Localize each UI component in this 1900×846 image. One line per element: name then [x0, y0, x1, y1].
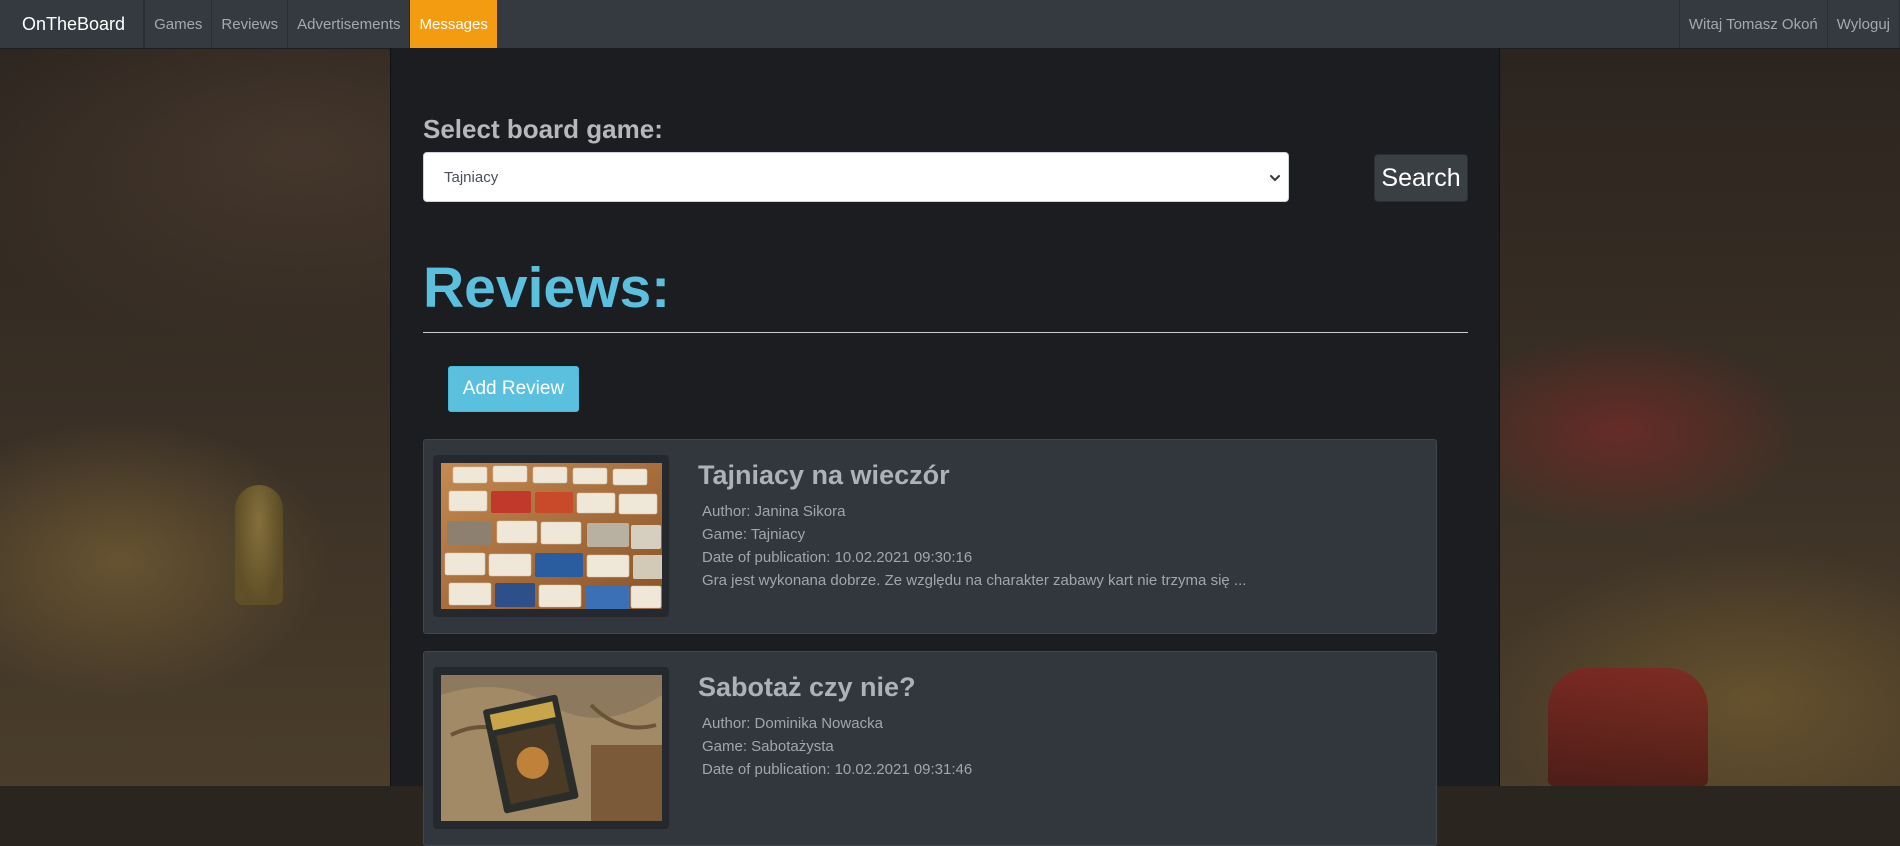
background-game-piece: [1548, 668, 1708, 786]
review-thumbnail-frame: [433, 667, 669, 829]
review-thumbnail-frame: [433, 455, 669, 617]
review-thumbnail-image[interactable]: [441, 675, 662, 821]
review-date: Date of publication: 10.02.2021 09:31:46: [702, 761, 973, 778]
nav-games[interactable]: Games: [144, 0, 211, 48]
review-author: Author: Dominika Nowacka: [702, 715, 883, 732]
game-select[interactable]: Tajniacy: [423, 152, 1289, 202]
review-author: Author: Janina Sikora: [702, 503, 846, 520]
select-game-label: Select board game:: [423, 114, 663, 144]
review-title[interactable]: Sabotaż czy nie?: [698, 672, 916, 703]
review-game: Game: Sabotażysta: [702, 738, 834, 755]
nav-messages[interactable]: Messages: [409, 0, 497, 48]
game-select-value: Tajniacy: [444, 168, 499, 186]
user-greeting-link[interactable]: Witaj Tomasz Okoń: [1678, 0, 1827, 48]
chevron-down-icon: [1270, 175, 1280, 181]
logout-link[interactable]: Wyloguj: [1826, 0, 1900, 48]
search-button[interactable]: Search: [1374, 154, 1468, 202]
brand-link[interactable]: OnTheBoard: [0, 0, 145, 48]
review-game: Game: Tajniacy: [702, 526, 806, 543]
background-pawn: [235, 485, 283, 605]
nav-right: Witaj Tomasz Okoń Wyloguj: [1678, 0, 1900, 48]
top-navbar: OnTheBoard Games Reviews Advertisements …: [0, 0, 1900, 49]
review-card[interactable]: Sabotaż czy nie? Author: Dominika Nowack…: [423, 651, 1437, 846]
main-panel: Select board game: Tajniacy Search Revie…: [390, 48, 1500, 846]
review-title[interactable]: Tajniacy na wieczór: [698, 460, 950, 491]
add-review-button[interactable]: Add Review: [448, 366, 579, 412]
nav-reviews[interactable]: Reviews: [211, 0, 287, 48]
review-thumbnail-image[interactable]: [441, 463, 662, 609]
review-excerpt: Gra jest wykonana dobrze. Ze względu na …: [702, 572, 1247, 589]
nav-advertisements[interactable]: Advertisements: [287, 0, 409, 48]
review-card[interactable]: Tajniacy na wieczór Author: Janina Sikor…: [423, 439, 1437, 634]
divider: [423, 332, 1468, 333]
review-date: Date of publication: 10.02.2021 09:30:16: [702, 549, 973, 566]
reviews-heading: Reviews:: [423, 256, 671, 320]
